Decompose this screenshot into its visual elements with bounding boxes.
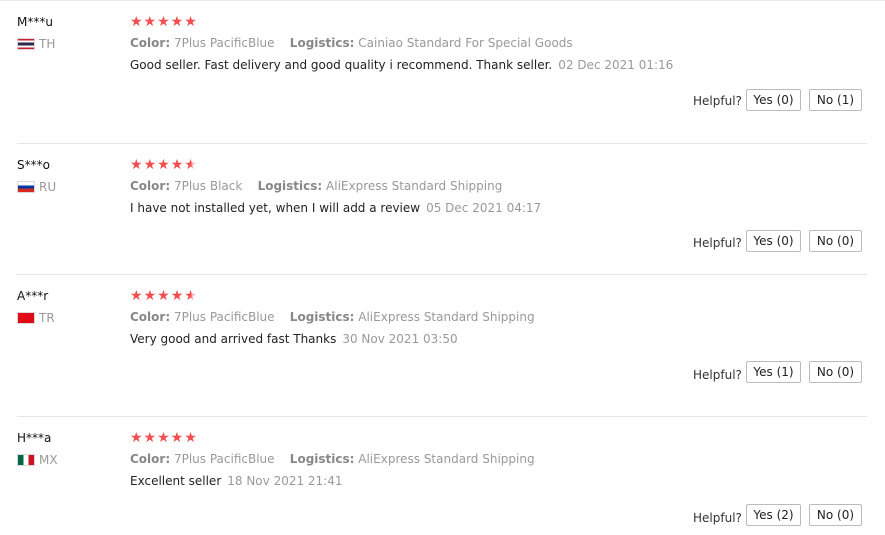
helpful-label: Helpful? xyxy=(693,511,742,525)
flag-tr-icon xyxy=(17,312,35,324)
logistics-label: Logistics: xyxy=(289,452,355,466)
country-code: MX xyxy=(39,453,58,467)
review-text: Excellent seller xyxy=(130,474,222,488)
review-meta: Color: 7Plus Black Logistics: AliExpress… xyxy=(130,179,502,193)
review-meta: Color: 7Plus PacificBlue Logistics: Cain… xyxy=(130,36,573,50)
logistics-value: AliExpress Standard Shipping xyxy=(358,310,535,324)
helpful-label: Helpful? xyxy=(693,236,742,250)
review-text-line: Excellent seller 18 Nov 2021 21:41 xyxy=(130,474,343,488)
color-label: Color: xyxy=(130,36,171,50)
review-date: 02 Dec 2021 01:16 xyxy=(558,58,674,72)
star-icon: ★ xyxy=(184,157,198,173)
review-item: H***a MX ★★★★★ Color: 7Plus PacificBlue … xyxy=(0,417,885,535)
logistics-label: Logistics: xyxy=(289,310,355,324)
helpful-label: Helpful? xyxy=(693,368,742,382)
reviewer-country: TR xyxy=(17,311,55,325)
helpful-yes-button[interactable]: Yes (0) xyxy=(746,89,801,111)
review-item: M***u TH ★★★★★ Color: 7Plus PacificBlue … xyxy=(0,0,885,144)
review-text-line: I have not installed yet, when I will ad… xyxy=(130,201,541,215)
review-meta: Color: 7Plus PacificBlue Logistics: AliE… xyxy=(130,310,535,324)
review-text: Good seller. Fast delivery and good qual… xyxy=(130,58,553,72)
logistics-value: AliExpress Standard Shipping xyxy=(358,452,535,466)
star-icon: ★ xyxy=(170,288,185,304)
helpful-no-button[interactable]: No (1) xyxy=(809,89,862,111)
color-label: Color: xyxy=(130,310,171,324)
star-icon: ★ xyxy=(170,157,185,173)
logistics-value: AliExpress Standard Shipping xyxy=(326,179,503,193)
helpful-yes-button[interactable]: Yes (0) xyxy=(746,230,801,252)
color-value: 7Plus PacificBlue xyxy=(173,310,275,324)
reviewer-country: TH xyxy=(17,37,55,51)
color-label: Color: xyxy=(130,179,171,193)
star-icon: ★ xyxy=(157,157,171,173)
star-icon: ★ xyxy=(184,288,198,304)
star-icon: ★ xyxy=(143,288,158,304)
country-code: TH xyxy=(39,37,56,51)
star-icon: ★ xyxy=(130,157,144,173)
country-code: RU xyxy=(39,180,57,194)
reviewer-country: MX xyxy=(17,453,58,467)
reviewer-name: S***o xyxy=(17,158,50,172)
reviewer-name: M***u xyxy=(17,15,53,29)
review-text-line: Good seller. Fast delivery and good qual… xyxy=(130,58,673,72)
flag-th-icon xyxy=(17,38,35,50)
review-date: 18 Nov 2021 21:41 xyxy=(227,474,343,488)
reviewer-name: A***r xyxy=(17,289,49,303)
star-icon: ★ xyxy=(157,288,171,304)
flag-ru-icon xyxy=(17,181,35,193)
color-value: 7Plus PacificBlue xyxy=(173,36,275,50)
review-text: Very good and arrived fast Thanks xyxy=(130,332,337,346)
reviewer-country: RU xyxy=(17,180,56,194)
review-text: I have not installed yet, when I will ad… xyxy=(130,201,421,215)
logistics-label: Logistics: xyxy=(257,179,323,193)
review-item: A***r TR ★★★★★ Color: 7Plus PacificBlue … xyxy=(0,275,885,417)
rating-stars: ★★★★★ xyxy=(130,158,198,172)
review-text-line: Very good and arrived fast Thanks 30 Nov … xyxy=(130,332,458,346)
star-icon: ★ xyxy=(143,157,158,173)
review-meta: Color: 7Plus PacificBlue Logistics: AliE… xyxy=(130,452,535,466)
review-date: 30 Nov 2021 03:50 xyxy=(342,332,458,346)
country-code: TR xyxy=(39,311,55,325)
color-value: 7Plus PacificBlue xyxy=(173,452,275,466)
helpful-yes-button[interactable]: Yes (1) xyxy=(746,361,801,383)
helpful-no-button[interactable]: No (0) xyxy=(809,361,862,383)
rating-stars: ★★★★★ xyxy=(130,430,198,446)
logistics-label: Logistics: xyxy=(289,36,355,50)
logistics-value: Cainiao Standard For Special Goods xyxy=(358,36,573,50)
flag-mx-icon xyxy=(17,454,35,466)
reviewer-name: H***a xyxy=(17,431,52,445)
review-date: 05 Dec 2021 04:17 xyxy=(426,201,542,215)
helpful-no-button[interactable]: No (0) xyxy=(809,504,862,526)
helpful-yes-button[interactable]: Yes (2) xyxy=(746,504,801,526)
star-icon: ★ xyxy=(130,288,144,304)
helpful-label: Helpful? xyxy=(693,94,742,108)
rating-stars: ★★★★★ xyxy=(130,289,198,303)
helpful-no-button[interactable]: No (0) xyxy=(809,230,862,252)
rating-stars: ★★★★★ xyxy=(130,14,198,30)
review-item: S***o RU ★★★★★ Color: 7Plus Black Logist… xyxy=(0,144,885,275)
color-value: 7Plus Black xyxy=(173,179,243,193)
color-label: Color: xyxy=(130,452,171,466)
